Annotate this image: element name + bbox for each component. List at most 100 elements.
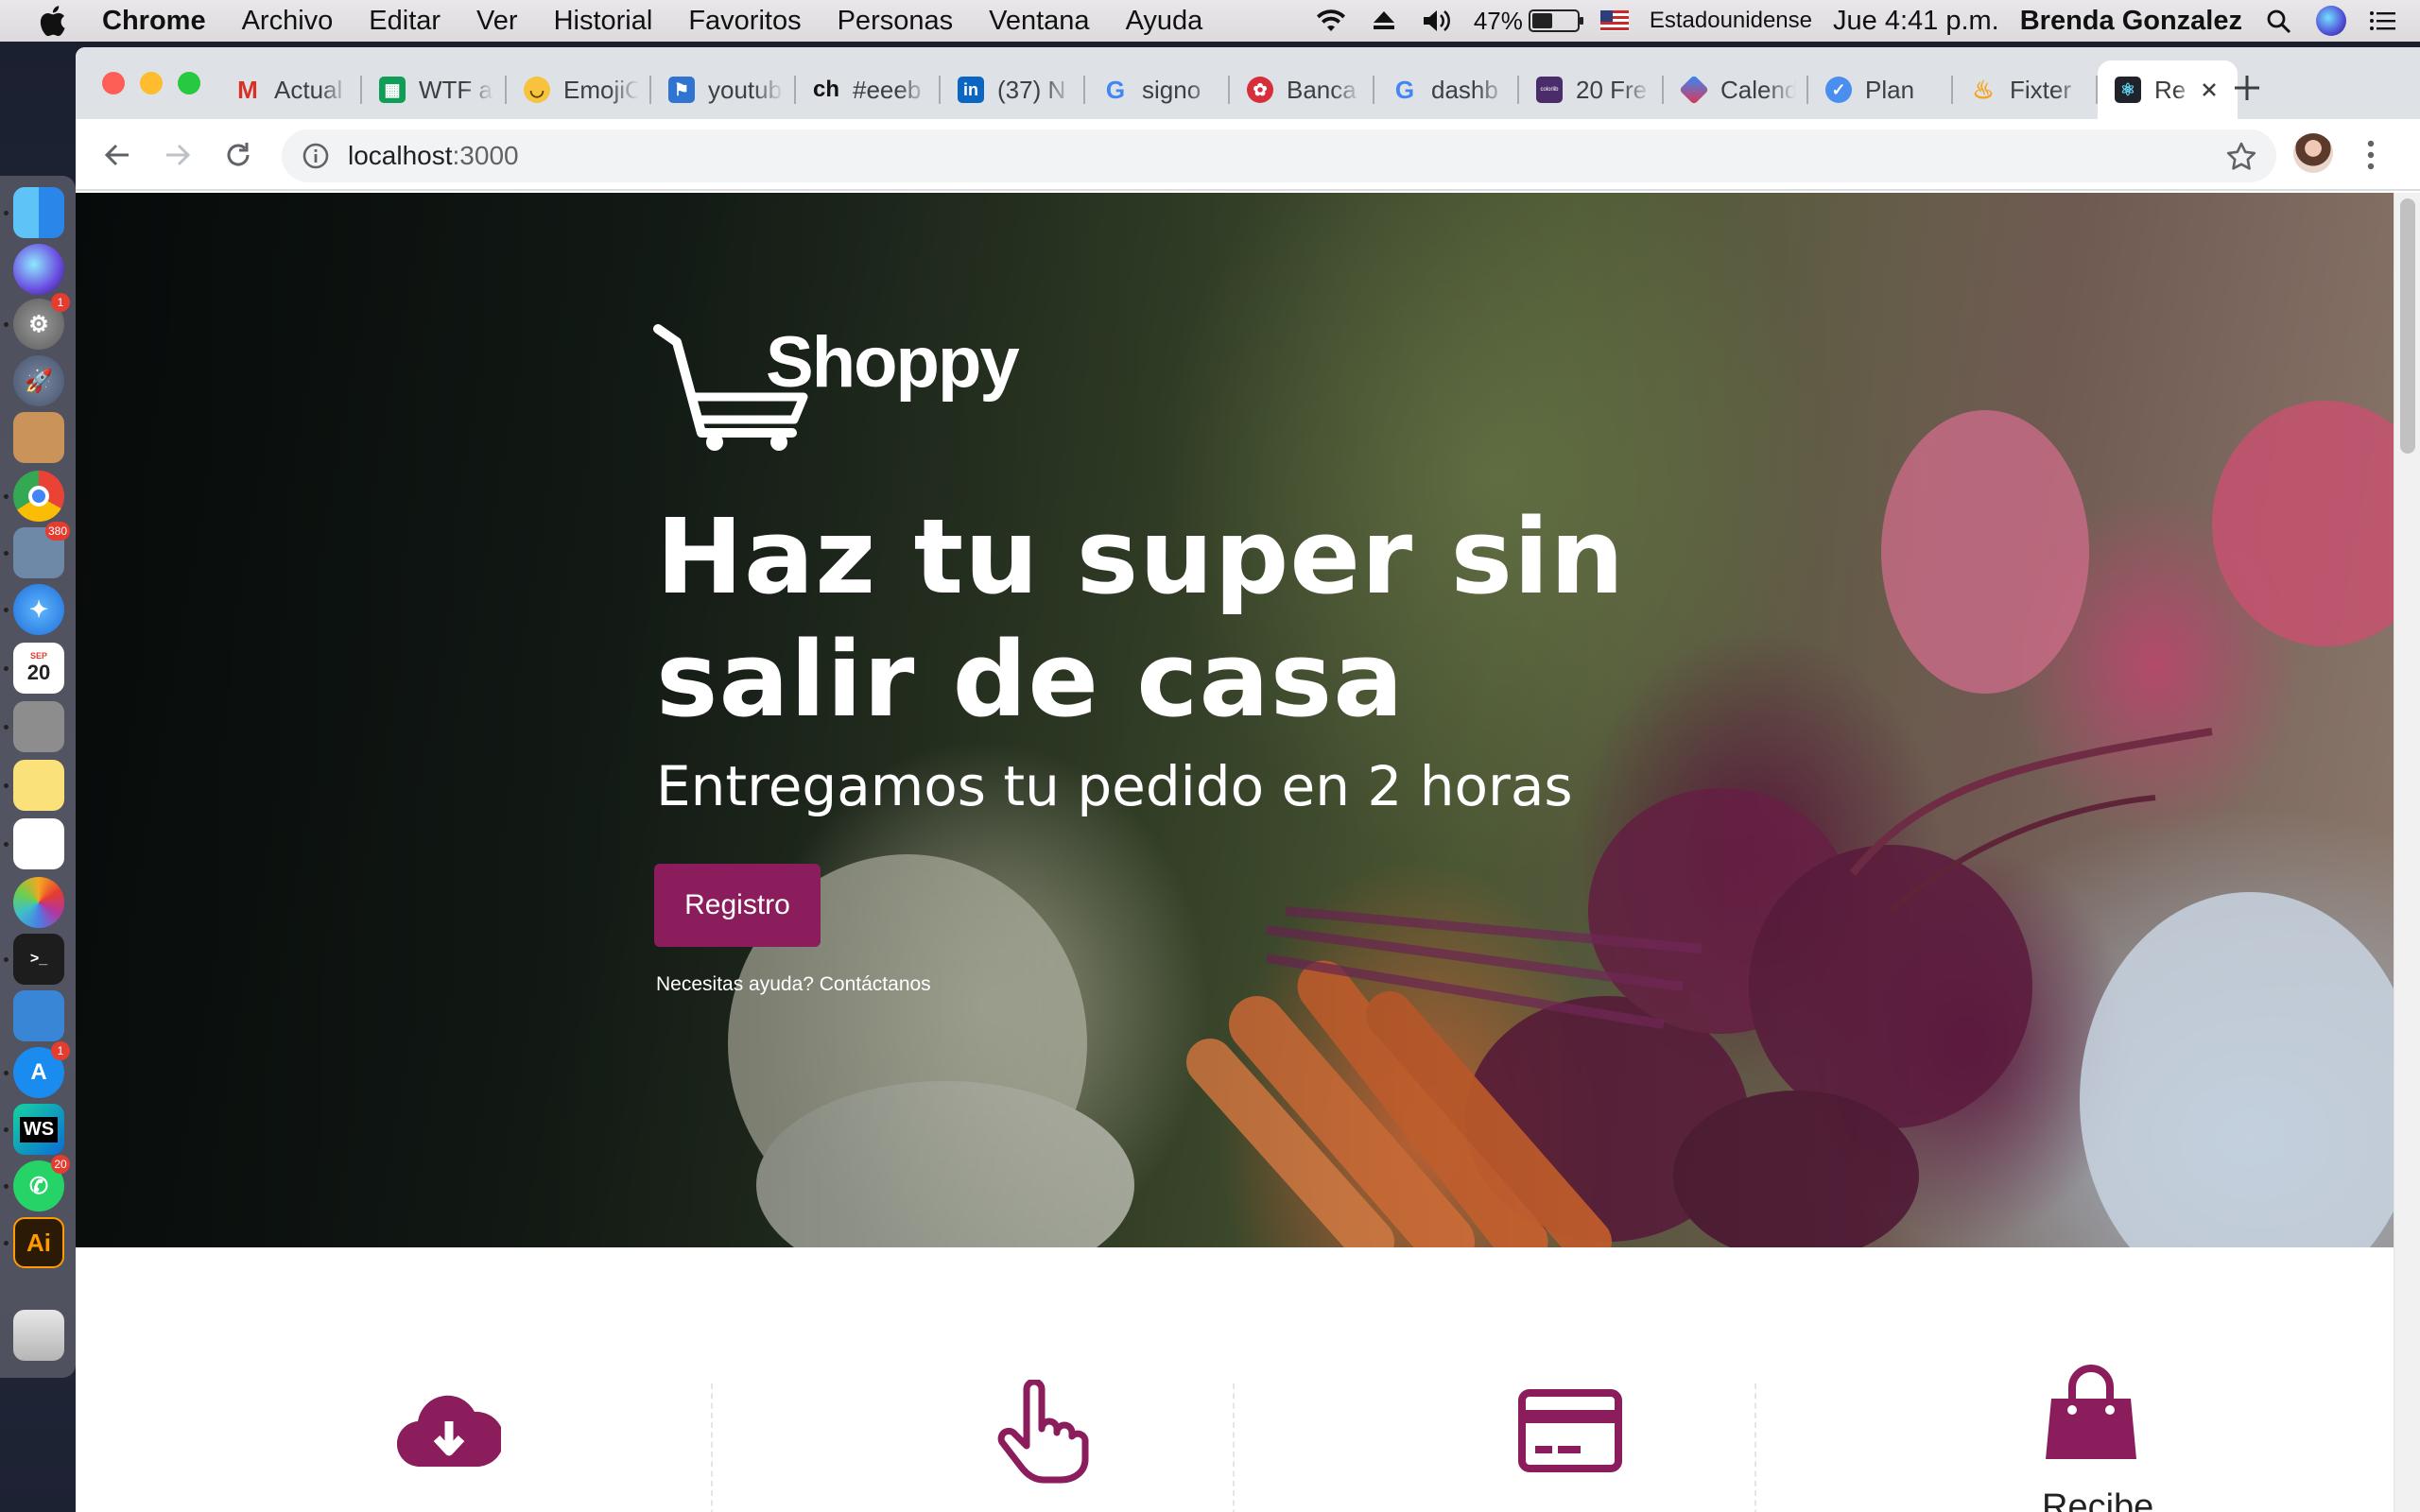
menu-ver[interactable]: Ver	[476, 6, 518, 37]
shoppy-logo[interactable]: Shoppy	[652, 321, 1020, 454]
input-source-label[interactable]: Estadounidense	[1650, 8, 1812, 34]
zoom-window-button[interactable]	[178, 72, 200, 94]
app-store-icon[interactable]: A1	[13, 1041, 70, 1098]
wifi-icon[interactable]	[1315, 7, 1347, 35]
running-indicator	[4, 1184, 9, 1189]
whatsapp-icon[interactable]: ✆ 20	[13, 1155, 70, 1211]
siri-icon[interactable]	[2316, 6, 2346, 36]
tab-active-react[interactable]: ⚛ Re	[2098, 60, 2238, 119]
menu-historial[interactable]: Historial	[554, 6, 653, 37]
menu-ventana[interactable]: Ventana	[989, 6, 1089, 37]
tab-title: Banca	[1287, 75, 1357, 104]
reminders-icon[interactable]	[13, 818, 64, 869]
reload-icon[interactable]	[221, 138, 255, 172]
scrollbar-thumb[interactable]	[2400, 198, 2415, 454]
more-menu-icon[interactable]	[2363, 136, 2378, 174]
chrome-window: M Actual ▦ WTF a ◡ EmojiC ⚑ youtub ch #e…	[76, 47, 2420, 1512]
bookmark-star-icon[interactable]	[2225, 141, 2257, 173]
notes-icon[interactable]	[13, 760, 64, 811]
calculator-icon[interactable]	[13, 701, 64, 752]
tab-colorlib[interactable]: colorlib 20 Fre	[1519, 60, 1664, 119]
tab-strip: M Actual ▦ WTF a ◡ EmojiC ⚑ youtub ch #e…	[76, 47, 2420, 119]
tab-calendar[interactable]: Calend	[1664, 60, 1808, 119]
photos-icon[interactable]	[13, 877, 64, 928]
tab-title: signo	[1142, 75, 1201, 104]
battery-icon[interactable]	[1528, 9, 1583, 32]
tab-title: dashb	[1431, 75, 1498, 104]
launchpad-rocket-icon[interactable]: 🚀	[13, 355, 64, 406]
battery-level-fill	[1531, 13, 1553, 28]
menu-ayuda[interactable]: Ayuda	[1126, 6, 1203, 37]
menu-personas[interactable]: Personas	[838, 6, 954, 37]
site-info-icon[interactable]	[301, 141, 331, 171]
tab-plan[interactable]: ✓ Plan	[1808, 60, 1953, 119]
new-tab-icon[interactable]	[2229, 70, 2265, 106]
menubar-user[interactable]: Brenda Gonzalez	[2020, 6, 2242, 37]
apple-icon[interactable]	[38, 5, 66, 37]
terminal-icon[interactable]: >_	[13, 934, 64, 985]
tab-title: youtub	[708, 75, 783, 104]
spotlight-search-icon[interactable]	[2263, 7, 2295, 35]
dock: ⚙ 1 🚀 380 ✦ SEP 20 >_ A1 WS ✆ 20 Ai	[0, 176, 76, 1378]
menu-archivo[interactable]: Archivo	[242, 6, 334, 37]
notification-badge: 1	[51, 1041, 70, 1060]
google-icon: G	[1105, 75, 1126, 104]
flag-icon: ⚑	[668, 77, 695, 103]
address-bar[interactable]: localhost:3000	[282, 129, 2276, 182]
menu-favoritos[interactable]: Favoritos	[688, 6, 801, 37]
menu-editar[interactable]: Editar	[369, 6, 441, 37]
tab-youtube[interactable]: ⚑ youtub	[651, 60, 796, 119]
registro-button[interactable]: Registro	[654, 864, 821, 947]
trash-icon[interactable]	[13, 1310, 64, 1361]
finder-icon[interactable]	[13, 187, 64, 238]
notification-center-icon[interactable]	[2367, 7, 2399, 35]
calendar-day-label: 20	[26, 661, 51, 684]
webstorm-label: WS	[19, 1116, 59, 1143]
minimize-window-button[interactable]	[140, 72, 163, 94]
help-contact-link[interactable]: Necesitas ayuda? Contáctanos	[656, 973, 931, 996]
menu-app-name[interactable]: Chrome	[102, 6, 206, 37]
forward-arrow-icon[interactable]	[161, 138, 195, 172]
illustrator-icon[interactable]: Ai	[13, 1217, 64, 1268]
webstorm-icon[interactable]: WS	[13, 1104, 64, 1155]
battery-percent: 47%	[1473, 6, 1523, 35]
page-scrollbar[interactable]	[2394, 193, 2420, 1512]
url-text: localhost:3000	[348, 141, 519, 171]
tab-emoji[interactable]: ◡ EmojiC	[507, 60, 651, 119]
tab-sheets[interactable]: ▦ WTF a	[362, 60, 507, 119]
tab-eeeb[interactable]: ch #eeeb	[796, 60, 941, 119]
menubar-clock[interactable]: Jue 4:41 p.m.	[1833, 6, 1999, 37]
safari-icon[interactable]: ✦	[13, 584, 64, 635]
tab-title: #eeeb	[853, 75, 922, 104]
calendar-month-label: SEP	[29, 651, 47, 661]
hero-section: Shoppy Haz tu super sin salir de casa En…	[76, 193, 2394, 1247]
profile-avatar[interactable]	[2293, 133, 2333, 173]
hero-subheadline: Entregamos tu pedido en 2 horas	[656, 754, 1573, 818]
siri-dock-icon[interactable]	[13, 244, 64, 295]
tab-google-signo[interactable]: G signo	[1085, 60, 1230, 119]
tab-title: (37) N	[997, 75, 1066, 104]
keynote-icon[interactable]	[13, 990, 64, 1041]
google-icon: G	[1394, 75, 1415, 104]
system-preferences-icon[interactable]: ⚙ 1	[13, 293, 70, 350]
running-indicator	[4, 608, 9, 612]
close-tab-icon[interactable]	[2196, 77, 2222, 103]
feature-receive: Recibe	[1754, 1247, 2276, 1512]
contacts-icon[interactable]	[13, 412, 64, 463]
back-arrow-icon[interactable]	[100, 138, 134, 172]
tab-linkedin[interactable]: in (37) N	[941, 60, 1085, 119]
close-window-button[interactable]	[102, 72, 125, 94]
tab-fixter[interactable]: ♨ Fixter	[1953, 60, 2098, 119]
chrome-dock-icon[interactable]	[13, 471, 64, 522]
us-flag-icon[interactable]	[1599, 10, 1629, 31]
browser-toolbar: localhost:3000	[76, 119, 2420, 191]
preview-icon[interactable]: 380	[13, 522, 70, 578]
tab-banca[interactable]: ✿ Banca	[1230, 60, 1374, 119]
feature-label: Recibe	[2042, 1487, 2154, 1512]
tab-google-dashboard[interactable]: G dashb	[1374, 60, 1519, 119]
tab-gmail[interactable]: M Actual	[217, 60, 362, 119]
calendar-dock-icon[interactable]: SEP 20	[13, 643, 64, 694]
running-indicator	[4, 1127, 9, 1132]
eject-icon[interactable]	[1368, 7, 1400, 35]
volume-icon[interactable]	[1421, 7, 1453, 35]
